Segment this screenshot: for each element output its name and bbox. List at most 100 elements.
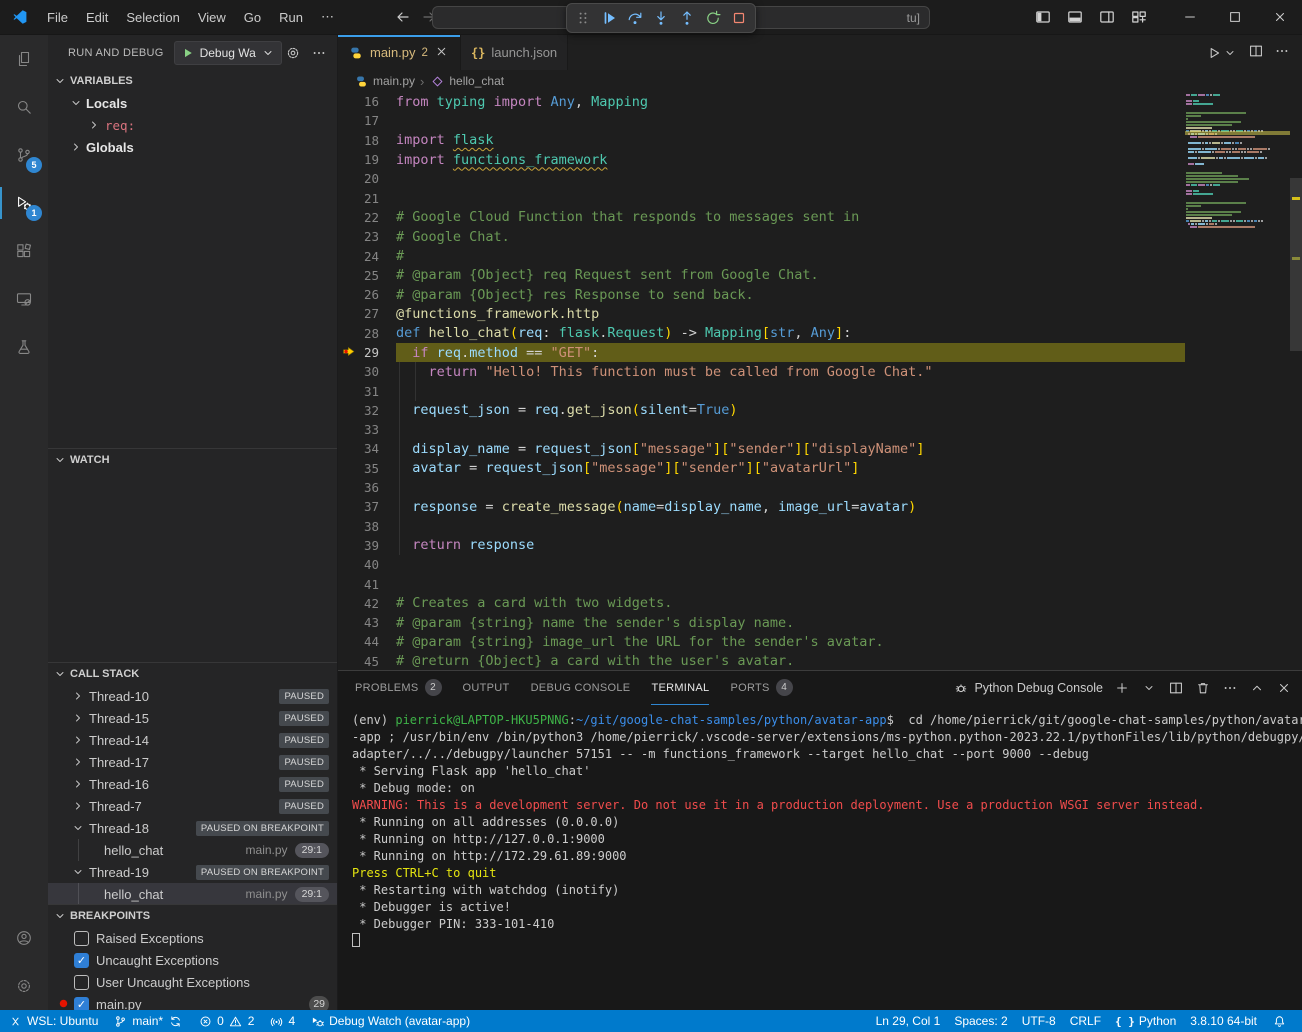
status-language-mode[interactable]: { }Python (1108, 1010, 1183, 1032)
more-actions-icon[interactable] (311, 45, 327, 61)
activity-testing[interactable] (0, 323, 48, 371)
step-out-button[interactable] (675, 6, 699, 30)
tab-launch.json[interactable]: {}launch.json (461, 35, 568, 70)
panel-tab-terminal[interactable]: TERMINAL (651, 671, 709, 705)
activity-run-and-debug[interactable]: 1 (0, 179, 48, 227)
gutter[interactable]: 28 (338, 324, 396, 343)
scrollbar[interactable] (1290, 92, 1302, 670)
gutter[interactable]: 16 (338, 92, 396, 111)
panel-tab-ports[interactable]: PORTS4 (730, 671, 792, 705)
breakpoint-checkbox[interactable]: ✓ (74, 997, 89, 1011)
maximize-panel-icon[interactable] (1249, 680, 1265, 696)
status-python-interpreter[interactable]: 3.8.10 64-bit (1183, 1010, 1264, 1032)
step-into-button[interactable] (649, 6, 673, 30)
minimize-button[interactable] (1167, 0, 1212, 34)
status-indentation[interactable]: Spaces: 2 (947, 1010, 1014, 1032)
thread-row[interactable]: Thread-16PAUSED (48, 773, 337, 795)
split-editor-button[interactable] (1248, 43, 1264, 63)
status-eol[interactable]: CRLF (1063, 1010, 1108, 1032)
layout-custom-button[interactable] (1125, 4, 1153, 30)
gutter[interactable]: 20 (338, 169, 396, 188)
breakpoint-checkbox[interactable] (74, 975, 89, 990)
gutter[interactable]: 17 (338, 111, 396, 130)
gutter[interactable]: 22 (338, 208, 396, 227)
menu-file[interactable]: File (38, 6, 77, 29)
watch-header[interactable]: WATCH (48, 449, 337, 471)
launch-profile-chevron-icon[interactable] (1141, 680, 1157, 696)
split-terminal-icon[interactable] (1168, 680, 1184, 696)
code-editor[interactable]: 16 from typing import Any, Mapping 17 18… (338, 92, 1302, 670)
stack-frame-row[interactable]: hello_chatmain.py29:1 (48, 839, 337, 861)
locals-group[interactable]: Locals (48, 92, 337, 114)
gutter[interactable]: 33 (338, 420, 396, 439)
menu-edit[interactable]: Edit (77, 6, 117, 29)
minimap[interactable] (1185, 92, 1290, 670)
terminal-output[interactable]: (env) pierrick@LAPTOP-HKU5PNNG:~/git/goo… (338, 705, 1302, 1010)
menu-⋯[interactable]: ⋯ (312, 5, 343, 29)
start-debug-icon[interactable] (180, 45, 196, 61)
breakpoint-row[interactable]: User Uncaught Exceptions (48, 971, 337, 993)
variable-row[interactable]: req: (48, 114, 337, 136)
globals-group[interactable]: Globals (48, 136, 337, 158)
gutter[interactable]: 30 (338, 362, 396, 381)
breakpoint-checkbox[interactable]: ✓ (74, 953, 89, 968)
gutter[interactable]: 45 (338, 652, 396, 670)
activity-explorer[interactable] (0, 35, 48, 83)
activity-accounts[interactable] (0, 914, 48, 962)
debug-config-dropdown[interactable]: Debug Wa (174, 41, 282, 65)
back-arrow-icon[interactable] (395, 9, 411, 25)
panel-more-icon[interactable] (1222, 680, 1238, 696)
stop-button[interactable] (727, 6, 751, 30)
run-python-button[interactable] (1206, 45, 1238, 61)
debug-continue-button[interactable] (597, 6, 621, 30)
activity-extensions[interactable] (0, 227, 48, 275)
terminal-picker[interactable]: Python Debug Console (953, 680, 1103, 696)
gutter[interactable]: 37 (338, 497, 396, 516)
thread-row[interactable]: Thread-15PAUSED (48, 707, 337, 729)
activity-source-control[interactable]: 5 (0, 131, 48, 179)
menu-selection[interactable]: Selection (117, 6, 188, 29)
new-terminal-icon[interactable] (1114, 680, 1130, 696)
chevron-right-icon[interactable] (86, 117, 102, 133)
gutter[interactable]: 25 (338, 266, 396, 285)
gutter[interactable]: 43 (338, 613, 396, 632)
gutter[interactable]: 39 (338, 536, 396, 555)
menu-go[interactable]: Go (235, 6, 270, 29)
layout-right-button[interactable] (1093, 4, 1121, 30)
gutter[interactable]: 21 (338, 188, 396, 207)
close-button[interactable] (1257, 0, 1302, 34)
kill-terminal-icon[interactable] (1195, 680, 1211, 696)
breakpoint-row[interactable]: ✓main.py29 (48, 993, 337, 1010)
thread-row[interactable]: Thread-14PAUSED (48, 729, 337, 751)
gutter[interactable]: 23 (338, 227, 396, 246)
breakpoint-row[interactable]: Raised Exceptions (48, 927, 337, 949)
thread-row[interactable]: Thread-18PAUSED ON BREAKPOINT (48, 817, 337, 839)
gutter[interactable]: 38 (338, 517, 396, 536)
menu-run[interactable]: Run (270, 6, 312, 29)
gutter[interactable]: 18 (338, 131, 396, 150)
close-panel-icon[interactable] (1276, 680, 1292, 696)
gutter[interactable]: 31 (338, 381, 396, 400)
variables-header[interactable]: VARIABLES (48, 70, 337, 92)
gutter[interactable]: 27 (338, 304, 396, 323)
layout-bottom-button[interactable] (1061, 4, 1089, 30)
step-over-button[interactable] (623, 6, 647, 30)
gutter[interactable]: 34 (338, 439, 396, 458)
status-remote-indicator[interactable]: WSL: Ubuntu (0, 1010, 105, 1032)
status-forwarded-ports[interactable]: 4 (261, 1010, 302, 1032)
tab-main.py[interactable]: main.py2 (338, 35, 461, 70)
gutter[interactable]: 32 (338, 401, 396, 420)
breakpoint-checkbox[interactable] (74, 931, 89, 946)
call-stack-header[interactable]: CALL STACK (48, 663, 337, 685)
gutter[interactable]: 29 (338, 343, 396, 362)
menu-view[interactable]: View (189, 6, 235, 29)
status-problems[interactable]: 02 (190, 1010, 261, 1032)
stack-frame-row[interactable]: hello_chatmain.py29:1 (48, 883, 337, 904)
status-cursor-position[interactable]: Ln 29, Col 1 (869, 1010, 948, 1032)
gutter[interactable]: 35 (338, 459, 396, 478)
gutter[interactable]: 41 (338, 574, 396, 593)
panel-tab-output[interactable]: OUTPUT (463, 671, 510, 705)
restart-button[interactable] (701, 6, 725, 30)
thread-row[interactable]: Thread-10PAUSED (48, 685, 337, 707)
breakpoints-header[interactable]: BREAKPOINTS (48, 905, 337, 927)
